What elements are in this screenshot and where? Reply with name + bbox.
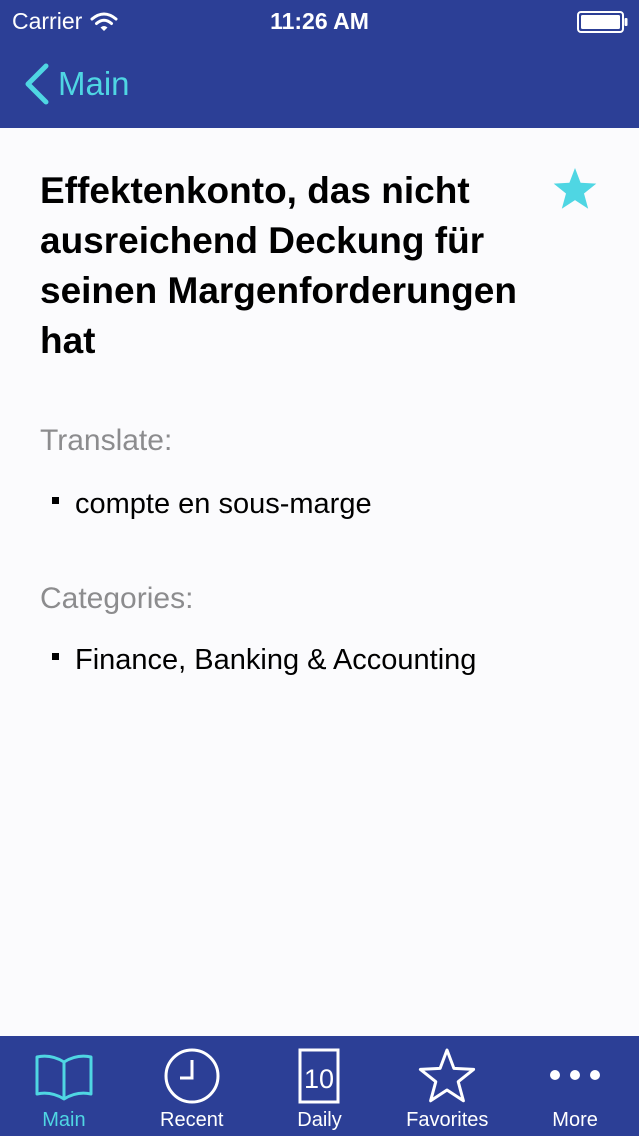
tab-label-main: Main <box>42 1109 86 1131</box>
tab-main[interactable]: Main <box>0 1036 128 1136</box>
bullet <box>52 653 59 660</box>
status-time: 11:26 AM <box>270 8 369 34</box>
chevron-left-icon <box>25 63 49 105</box>
clock-icon <box>164 1048 220 1104</box>
tab-label-recent: Recent <box>160 1109 224 1131</box>
top-bar: Carrier 11:26 AM Main <box>0 0 639 128</box>
term-title: Effektenkonto, das nicht ausreichend Dec… <box>40 170 517 361</box>
tab-label-more: More <box>552 1109 598 1131</box>
category-text: Finance, Banking & Accounting <box>75 644 477 676</box>
bullet <box>52 497 59 504</box>
tab-label-favorites: Favorites <box>406 1109 489 1131</box>
translate-heading: Translate: <box>40 424 173 457</box>
book-icon <box>35 1054 93 1101</box>
star-outline-icon <box>419 1048 476 1103</box>
tab-recent[interactable]: Recent <box>128 1036 256 1136</box>
tab-daily[interactable]: 10 Daily <box>256 1036 384 1136</box>
navigation-bar: Main <box>0 42 639 128</box>
tab-favorites[interactable]: Favorites <box>383 1036 511 1136</box>
calendar-icon: 10 <box>298 1048 340 1104</box>
tab-bar: Main Recent 10 Daily Favorites More <box>0 1036 639 1136</box>
back-button[interactable]: Main <box>22 62 130 106</box>
back-label: Main <box>58 65 130 102</box>
more-icon <box>550 1070 601 1080</box>
tab-label-daily: Daily <box>297 1109 342 1131</box>
entry-detail: Effektenkonto, das nicht ausreichend Dec… <box>0 128 639 1036</box>
favorite-star-icon[interactable] <box>552 166 598 212</box>
translation-item: compte en sous-marge <box>52 488 372 521</box>
tab-more[interactable]: More <box>511 1036 639 1136</box>
category-item: Finance, Banking & Accounting <box>52 644 476 677</box>
categories-heading: Categories: <box>40 582 194 615</box>
translation-text: compte en sous-marge <box>75 488 372 520</box>
status-bar: Carrier 11:26 AM <box>0 0 639 42</box>
battery-icon <box>577 11 628 33</box>
calendar-number: 10 <box>304 1064 334 1094</box>
